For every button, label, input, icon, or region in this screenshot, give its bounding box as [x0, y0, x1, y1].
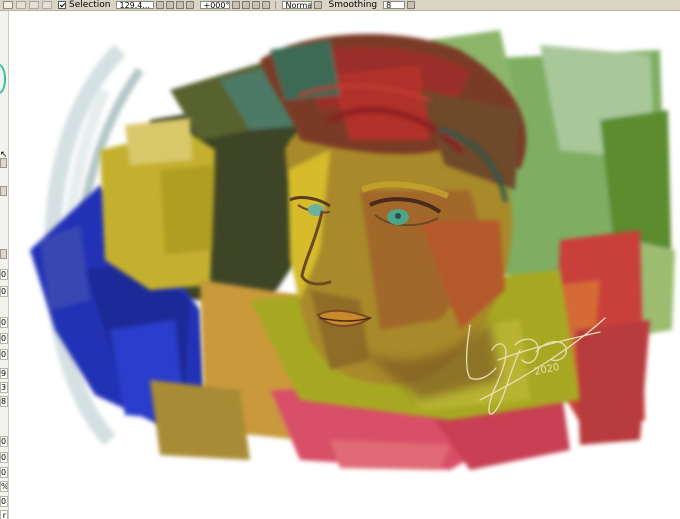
- blend-mode-select[interactable]: Normal: [282, 1, 313, 9]
- toolbar-divider: [275, 1, 277, 9]
- tool-options-bar: Selection 129.4... +000° Normal Smoothin…: [0, 0, 680, 11]
- panel-value[interactable]: 8: [0, 396, 8, 407]
- panel-button[interactable]: [0, 249, 7, 259]
- copy-icon[interactable]: [16, 1, 26, 9]
- panel-value[interactable]: 3: [0, 382, 8, 393]
- selection-label: Selection: [69, 0, 111, 10]
- grid-icon[interactable]: [42, 1, 52, 9]
- smoothing-dropdown-icon[interactable]: [407, 1, 416, 9]
- panel-value[interactable]: 0: [0, 317, 8, 328]
- flip-v-icon[interactable]: [262, 1, 271, 9]
- reset-icon[interactable]: [186, 1, 195, 9]
- width-dropdown-icon[interactable]: [156, 1, 165, 9]
- panel-value[interactable]: r: [0, 510, 8, 519]
- drawing-canvas[interactable]: 2020: [9, 11, 680, 519]
- panel-value[interactable]: 0: [0, 452, 8, 463]
- selection-toggle[interactable]: Selection: [58, 0, 111, 10]
- decrease-icon[interactable]: [166, 1, 175, 9]
- panel-value[interactable]: %: [0, 481, 8, 492]
- color-wheel[interactable]: [0, 64, 6, 94]
- panel-value[interactable]: 0: [0, 333, 8, 344]
- rotate-cw-icon[interactable]: [242, 1, 251, 9]
- angle-field[interactable]: +000°: [200, 1, 231, 9]
- panel-button[interactable]: [0, 186, 7, 196]
- smoothing-label: Smoothing: [328, 0, 378, 10]
- rotate-ccw-icon[interactable]: [232, 1, 241, 9]
- zoom-icon[interactable]: [29, 1, 39, 9]
- painting: 2020: [30, 30, 675, 470]
- panel-value[interactable]: 9: [0, 368, 8, 379]
- left-tool-panel: ↖ 0 0 0 0 0 9 3 8 0 0 0 % 0 r: [0, 11, 9, 519]
- blend-mode-dropdown-icon[interactable]: [314, 1, 323, 9]
- panel-value[interactable]: 0: [0, 349, 8, 360]
- panel-value[interactable]: 0: [0, 286, 8, 297]
- panel-value[interactable]: 0: [0, 496, 8, 507]
- width-field[interactable]: 129.4...: [116, 1, 155, 9]
- panel-value[interactable]: 0: [0, 269, 8, 280]
- smoothing-select[interactable]: 8: [383, 1, 406, 9]
- flip-h-icon[interactable]: [252, 1, 261, 9]
- panel-button[interactable]: [0, 158, 7, 168]
- panel-value[interactable]: 0: [0, 436, 8, 447]
- selection-checkbox[interactable]: [58, 1, 66, 9]
- transform-icon[interactable]: [3, 1, 13, 9]
- panel-value[interactable]: 0: [0, 467, 8, 478]
- increase-icon[interactable]: [176, 1, 185, 9]
